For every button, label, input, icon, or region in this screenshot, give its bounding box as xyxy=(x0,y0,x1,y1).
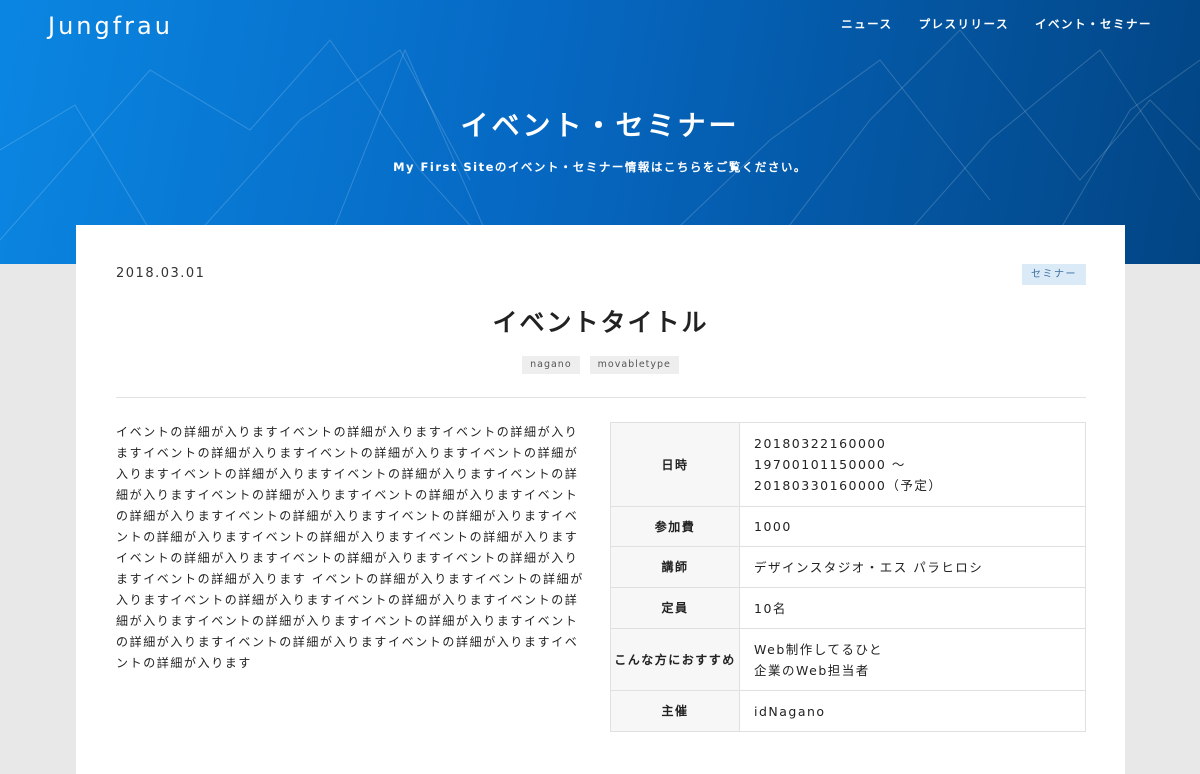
audience-value: Web制作してるひと 企業のWeb担当者 xyxy=(739,628,1086,691)
datetime-value: 20180322160000 19700101150000 ～ 20180330… xyxy=(739,422,1086,507)
instructor-label: 講師 xyxy=(610,546,740,588)
datetime-line: 20180330160000（予定） xyxy=(754,478,943,493)
nav-item-press-release[interactable]: プレスリリース xyxy=(919,16,1009,32)
nav-item-news[interactable]: ニュース xyxy=(841,16,892,32)
site-logo[interactable]: Jungfrau xyxy=(48,12,173,40)
audience-label: こんな方におすすめ xyxy=(610,628,740,691)
table-row: 講師 デザインスタジオ・エス パラヒロシ xyxy=(610,546,1086,588)
audience-line: 企業のWeb担当者 xyxy=(754,662,870,678)
capacity-value: 10名 xyxy=(739,587,1086,629)
nav-item-events[interactable]: イベント・セミナー xyxy=(1035,16,1152,32)
table-row: 定員 10名 xyxy=(610,587,1086,629)
instructor-value: デザインスタジオ・エス パラヒロシ xyxy=(739,546,1086,588)
table-row: 主催 idNagano xyxy=(610,690,1086,732)
post-body: イベントの詳細が入りますイベントの詳細が入りますイベントの詳細が入りますイベント… xyxy=(116,425,584,670)
event-details-table: 日時 20180322160000 19700101150000 ～ 20180… xyxy=(610,422,1086,732)
page-subtitle: My First Siteのイベント・セミナー情報はこちらをご覧ください。 xyxy=(393,160,807,174)
post-date: 2018.03.01 xyxy=(116,266,206,281)
fee-value: 1000 xyxy=(739,506,1086,547)
table-row: 参加費 1000 xyxy=(610,506,1086,547)
datetime-line: 19700101150000 ～ xyxy=(754,457,906,472)
table-row: こんな方におすすめ Web制作してるひと 企業のWeb担当者 xyxy=(610,628,1086,691)
organizer-label: 主催 xyxy=(610,690,740,732)
article-card: 2018.03.01 セミナー イベントタイトル nagano movablet… xyxy=(76,225,1125,774)
tag-list: nagano movabletype xyxy=(76,356,1125,374)
audience-line: Web制作してるひと xyxy=(754,641,884,657)
datetime-label: 日時 xyxy=(610,422,740,507)
datetime-line: 20180322160000 xyxy=(754,436,887,451)
global-nav: ニュース プレスリリース イベント・セミナー xyxy=(841,16,1152,32)
fee-label: 参加費 xyxy=(610,506,740,547)
table-row: 日時 20180322160000 19700101150000 ～ 20180… xyxy=(610,422,1086,507)
divider xyxy=(116,397,1086,398)
tag-movabletype[interactable]: movabletype xyxy=(589,356,679,374)
organizer-value: idNagano xyxy=(739,690,1086,732)
category-badge[interactable]: セミナー xyxy=(1022,264,1086,285)
post-title: イベントタイトル xyxy=(492,308,709,337)
page-title: イベント・セミナー xyxy=(460,109,740,142)
capacity-label: 定員 xyxy=(610,587,740,629)
tag-nagano[interactable]: nagano xyxy=(522,356,580,374)
